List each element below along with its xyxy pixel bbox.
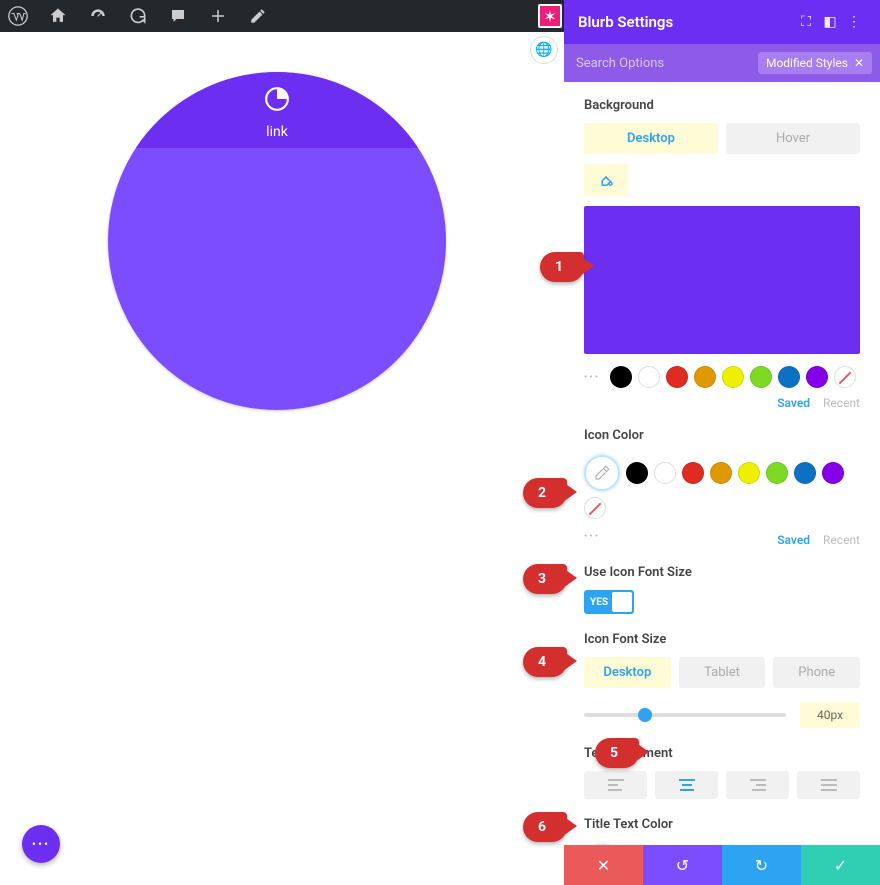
swatch-purple[interactable] (822, 462, 844, 484)
cancel-button[interactable]: ✕ (564, 845, 643, 885)
globe-icon[interactable]: 🌐 (530, 36, 558, 64)
align-right-button[interactable] (726, 771, 789, 799)
icon-color-palette (584, 455, 860, 519)
swatch-purple[interactable] (806, 366, 828, 388)
callout-4: 4 (523, 647, 567, 677)
swatch-none[interactable] (584, 497, 606, 519)
swatch-yellow[interactable] (722, 366, 744, 388)
swatch-blue[interactable] (778, 366, 800, 388)
text-alignment-buttons (584, 771, 860, 799)
editor-canvas: 🌐 link ••• (0, 32, 564, 885)
chip-label: Modified Styles (766, 56, 848, 70)
label-icon-font-size: Icon Font Size (584, 632, 860, 647)
swatch-orange[interactable] (694, 366, 716, 388)
expand-icon[interactable]: ⛶ (794, 14, 818, 30)
blurb-title: link (108, 124, 446, 140)
refresh-icon[interactable] (126, 4, 150, 28)
tab-desktop[interactable]: Desktop (584, 123, 718, 154)
swatch-orange[interactable] (710, 462, 732, 484)
wordpress-icon[interactable] (6, 4, 30, 28)
swatch-white[interactable] (638, 366, 660, 388)
floating-menu-button[interactable]: ••• (22, 825, 60, 863)
eyedropper-button[interactable] (584, 455, 620, 491)
tab-phone[interactable]: Phone (773, 657, 860, 688)
undo-button[interactable]: ↺ (643, 845, 722, 885)
align-left-button[interactable] (584, 771, 647, 799)
icon-font-size-slider-row: 40px (584, 702, 860, 728)
edit-icon[interactable] (246, 4, 270, 28)
callout-1: 1 (540, 252, 584, 282)
swatch-green[interactable] (750, 366, 772, 388)
icon-font-size-tabs: Desktop Tablet Phone (584, 657, 860, 688)
background-tabs: Desktop Hover (584, 123, 860, 154)
icon-font-size-slider[interactable] (584, 713, 786, 717)
blurb-module[interactable]: link (108, 72, 446, 410)
tab-saved[interactable]: Saved (777, 396, 810, 410)
callout-5: 5 (595, 738, 639, 768)
swatch-black[interactable] (610, 366, 632, 388)
more-icon[interactable]: ••• (584, 531, 604, 542)
align-center-button[interactable] (655, 771, 718, 799)
panel-body: Background Desktop Hover ••• (564, 82, 880, 845)
dashboard-icon[interactable] (86, 4, 110, 28)
plus-icon[interactable] (206, 4, 230, 28)
palette-tabs: Saved Recent (584, 396, 860, 410)
align-justify-button[interactable] (797, 771, 860, 799)
fill-button[interactable] (584, 164, 628, 196)
slider-thumb[interactable] (638, 708, 652, 722)
label-use-icon-font-size: Use Icon Font Size (584, 565, 860, 580)
blurb-icon (264, 86, 290, 116)
tab-recent[interactable]: Recent (823, 533, 860, 547)
section-title-text-color: Title Text Color (584, 817, 860, 845)
background-palette: ••• (584, 366, 860, 388)
swatch-red[interactable] (682, 462, 704, 484)
section-background: Background Desktop Hover ••• (584, 98, 860, 410)
swatch-blue[interactable] (794, 462, 816, 484)
dock-icon[interactable]: ◧ (818, 14, 842, 30)
star-badge[interactable]: ✶ (538, 4, 562, 28)
icon-font-size-value[interactable]: 40px (800, 702, 860, 728)
tab-saved[interactable]: Saved (777, 533, 810, 547)
comment-icon[interactable] (166, 4, 190, 28)
swatch-red[interactable] (666, 366, 688, 388)
tab-tablet[interactable]: Tablet (679, 657, 766, 688)
close-icon[interactable]: ✕ (854, 56, 864, 70)
swatch-green[interactable] (766, 462, 788, 484)
home-icon[interactable] (46, 4, 70, 28)
panel-header: Blurb Settings ⛶ ◧ ⋮ (564, 0, 880, 44)
confirm-button[interactable]: ✓ (801, 845, 880, 885)
section-use-icon-font-size: Use Icon Font Size YES (584, 565, 860, 614)
label-background: Background (584, 98, 860, 113)
section-icon-color: Icon Color ••• Saved Recent (584, 428, 860, 547)
tab-desktop[interactable]: Desktop (584, 657, 671, 688)
label-title-text-color: Title Text Color (584, 817, 860, 832)
more-icon[interactable]: ⋮ (842, 14, 866, 30)
background-preview[interactable] (584, 206, 860, 354)
swatch-black[interactable] (626, 462, 648, 484)
search-input[interactable]: Search Options (572, 56, 758, 71)
callout-6: 6 (523, 812, 567, 842)
swatch-yellow[interactable] (738, 462, 760, 484)
section-icon-font-size: Icon Font Size Desktop Tablet Phone 40px (584, 632, 860, 728)
toggle-use-icon-font-size[interactable]: YES (584, 590, 634, 614)
swatch-white[interactable] (654, 462, 676, 484)
callout-3: 3 (523, 564, 567, 594)
redo-button[interactable]: ↻ (722, 845, 801, 885)
toggle-knob (612, 592, 632, 612)
tab-hover[interactable]: Hover (726, 123, 860, 154)
panel-footer: ✕ ↺ ↻ ✓ (564, 845, 880, 885)
swatch-none[interactable] (834, 366, 856, 388)
label-icon-color: Icon Color (584, 428, 860, 443)
panel-title: Blurb Settings (578, 13, 794, 31)
callout-2: 2 (523, 478, 567, 508)
more-icon[interactable]: ••• (584, 372, 604, 383)
toggle-label: YES (586, 597, 608, 608)
modified-styles-chip[interactable]: Modified Styles ✕ (758, 52, 872, 74)
tab-recent[interactable]: Recent (823, 396, 860, 410)
panel-subheader: Search Options Modified Styles ✕ (564, 44, 880, 82)
